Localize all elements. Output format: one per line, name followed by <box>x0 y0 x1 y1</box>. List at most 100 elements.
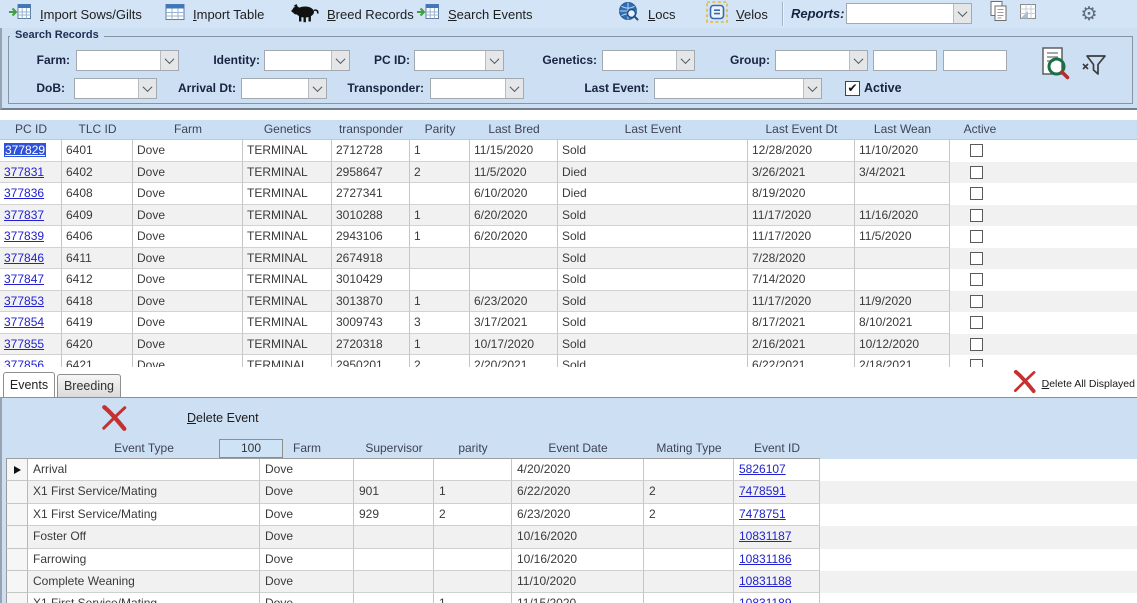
column-header[interactable]: Supervisor <box>354 438 434 459</box>
velos-button[interactable]: Velos <box>706 0 768 28</box>
pc-id-link[interactable]: 377829 <box>4 143 46 157</box>
copy-report-button[interactable] <box>986 2 1012 26</box>
row-selector[interactable] <box>6 571 28 593</box>
dob-select[interactable] <box>74 78 157 99</box>
group-select[interactable] <box>775 50 868 71</box>
event-id-link[interactable]: 10831189 <box>739 596 792 603</box>
table-row[interactable]: 3778536418DoveTERMINAL301387016/23/2020S… <box>0 291 1137 313</box>
column-header[interactable]: Farm <box>133 120 243 140</box>
table-row[interactable]: Complete WeaningDove11/10/202010831188 <box>6 571 1137 593</box>
pc-id-select[interactable] <box>414 50 504 71</box>
table-row[interactable]: 3778556420DoveTERMINAL2720318110/17/2020… <box>0 334 1137 356</box>
group-extra-input-1[interactable] <box>873 50 937 71</box>
active-checkbox[interactable] <box>970 338 983 351</box>
genetics-select[interactable] <box>602 50 695 71</box>
column-header[interactable]: TLC ID <box>62 120 133 140</box>
tab-breeding[interactable]: Breeding <box>57 374 121 397</box>
pc-id-link[interactable]: 377847 <box>4 272 44 286</box>
table-row[interactable]: 3778476412DoveTERMINAL3010429Sold7/14/20… <box>0 269 1137 291</box>
breed-records-button[interactable]: Breed Records <box>289 0 414 28</box>
clear-filter-button[interactable] <box>1080 52 1108 85</box>
chevron-down-icon[interactable] <box>676 51 694 70</box>
column-header[interactable]: Active <box>950 120 1010 140</box>
row-selector[interactable] <box>6 459 28 481</box>
active-checkbox[interactable] <box>970 316 983 329</box>
chevron-down-icon[interactable] <box>331 51 349 70</box>
pc-id-link[interactable]: 377855 <box>4 337 44 351</box>
tab-events[interactable]: Events <box>3 372 55 397</box>
locs-button[interactable]: Locs <box>618 0 675 28</box>
table-row[interactable]: 3778376409DoveTERMINAL301028816/20/2020S… <box>0 205 1137 227</box>
chevron-down-icon[interactable] <box>849 51 867 70</box>
table-row[interactable]: 3778566421DoveTERMINAL295020122/20/2021S… <box>0 355 1137 367</box>
table-row[interactable]: 3778466411DoveTERMINAL2674918Sold7/28/20… <box>0 248 1137 270</box>
pc-id-link[interactable]: 377837 <box>4 208 44 222</box>
active-checkbox[interactable] <box>970 295 983 308</box>
record-count-box[interactable]: 100 <box>219 439 283 458</box>
settings-button[interactable]: ⚙ <box>1076 2 1102 26</box>
column-header[interactable]: Parity <box>410 120 470 140</box>
farm-select[interactable] <box>76 50 179 71</box>
column-header[interactable]: Event ID <box>734 438 820 459</box>
arrival-dt-select[interactable] <box>241 78 327 99</box>
event-id-link[interactable]: 7478751 <box>739 507 786 521</box>
column-header[interactable]: Mating Type <box>644 438 734 459</box>
table-row[interactable]: 3778296401DoveTERMINAL2712728111/15/2020… <box>0 140 1137 162</box>
column-header[interactable]: transponder <box>332 120 410 140</box>
event-id-link[interactable]: 10831186 <box>739 552 792 566</box>
column-header[interactable]: Last Event <box>558 120 748 140</box>
row-selector[interactable] <box>6 526 28 548</box>
active-checkbox[interactable] <box>970 252 983 265</box>
import-sows-gilts-button[interactable]: Import Sows/Gilts <box>8 0 142 28</box>
pc-id-link[interactable]: 377839 <box>4 229 44 243</box>
table-row[interactable]: 3778546419DoveTERMINAL300974333/17/2021S… <box>0 312 1137 334</box>
last-event-select[interactable] <box>654 78 822 99</box>
table-row[interactable]: 3778316402DoveTERMINAL2958647211/5/2020D… <box>0 162 1137 184</box>
chevron-down-icon[interactable] <box>803 79 821 98</box>
search-events-button[interactable]: Search Events <box>416 0 533 28</box>
table-row[interactable]: ArrivalDove4/20/20205826107 <box>6 459 1137 481</box>
active-checkbox[interactable] <box>970 273 983 286</box>
pc-id-link[interactable]: 377853 <box>4 294 44 308</box>
pc-id-link[interactable]: 377856 <box>4 358 44 367</box>
active-checkbox[interactable] <box>970 144 983 157</box>
column-header[interactable]: Last Wean <box>855 120 950 140</box>
delete-event-button[interactable] <box>100 404 128 437</box>
active-checkbox[interactable] <box>970 209 983 222</box>
chevron-down-icon[interactable] <box>485 51 503 70</box>
event-id-link[interactable]: 10831188 <box>739 574 792 588</box>
event-id-link[interactable]: 10831187 <box>739 529 792 543</box>
pc-id-link[interactable]: 377846 <box>4 251 44 265</box>
active-checkbox[interactable] <box>970 166 983 179</box>
pc-id-link[interactable]: 377854 <box>4 315 44 329</box>
column-header[interactable]: Last Event Dt <box>748 120 855 140</box>
row-selector[interactable] <box>6 481 28 503</box>
preview-search-button[interactable] <box>1038 46 1072 87</box>
column-header[interactable]: parity <box>434 438 512 459</box>
event-id-link[interactable]: 5826107 <box>739 462 786 476</box>
delete-event-label[interactable]: Delete Event <box>187 411 259 425</box>
design-grid-button[interactable] <box>1015 2 1041 26</box>
chevron-down-icon[interactable] <box>953 4 971 23</box>
chevron-down-icon[interactable] <box>308 79 326 98</box>
active-checkbox[interactable] <box>970 230 983 243</box>
identity-select[interactable] <box>264 50 350 71</box>
chevron-down-icon[interactable] <box>138 79 156 98</box>
table-row[interactable]: 3778366408DoveTERMINAL27273416/10/2020Di… <box>0 183 1137 205</box>
column-header[interactable]: Last Bred <box>470 120 558 140</box>
import-table-button[interactable]: Import Table <box>165 0 264 28</box>
row-selector[interactable] <box>6 549 28 571</box>
table-row[interactable]: X1 First Service/MatingDove90116/22/2020… <box>6 481 1137 503</box>
pc-id-link[interactable]: 377831 <box>4 165 44 179</box>
delete-all-displayed-button[interactable]: Delete All Displayed <box>1012 369 1135 399</box>
reports-select[interactable] <box>846 3 972 24</box>
pc-id-link[interactable]: 377836 <box>4 186 44 200</box>
event-id-link[interactable]: 7478591 <box>739 484 786 498</box>
column-header[interactable]: Event Date <box>512 438 644 459</box>
active-filter-checkbox[interactable]: ✔ <box>845 81 860 96</box>
chevron-down-icon[interactable] <box>160 51 178 70</box>
group-extra-input-2[interactable] <box>943 50 1007 71</box>
active-checkbox[interactable] <box>970 359 983 367</box>
table-row[interactable]: X1 First Service/MatingDove92926/23/2020… <box>6 504 1137 526</box>
table-row[interactable]: Foster OffDove10/16/202010831187 <box>6 526 1137 548</box>
